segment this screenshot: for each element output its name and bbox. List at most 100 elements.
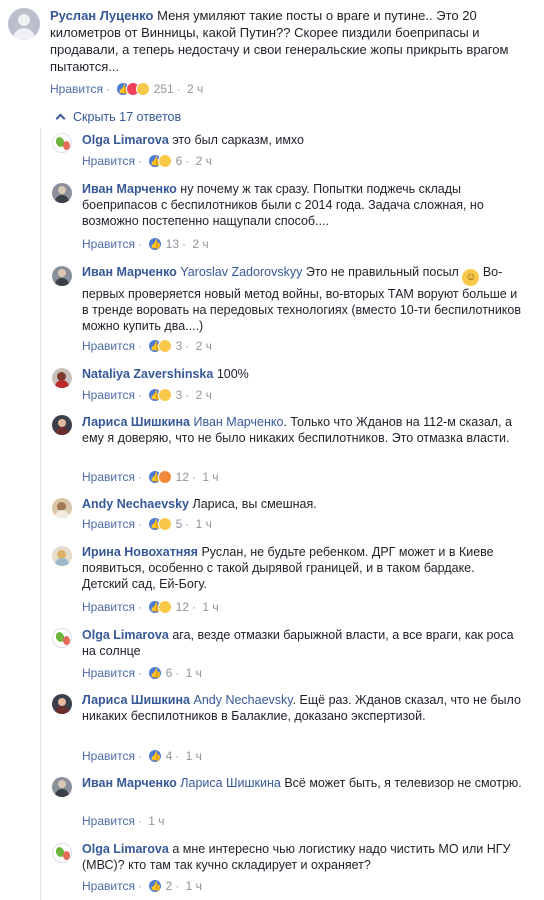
like-button[interactable]: Нравится [50, 82, 103, 96]
avatar[interactable] [52, 183, 72, 203]
comment-text: Лариса, вы смешная. [192, 497, 317, 511]
comment-author[interactable]: Olga Limarova [82, 842, 169, 856]
like-reaction-icon [148, 749, 163, 763]
like-button[interactable]: Нравится [82, 666, 135, 680]
avatar[interactable] [52, 368, 72, 388]
timestamp[interactable]: 1 ч [186, 666, 202, 680]
timestamp[interactable]: 2 ч [196, 388, 212, 402]
list-item: Иван Марченко ну почему ж так сразу. Поп… [82, 181, 522, 229]
comment-author[interactable]: Лариса Шишкина [82, 693, 190, 707]
comment-meta: Нравится · 1 ч [82, 814, 165, 828]
comment-author[interactable]: Лариса Шишкина [82, 415, 190, 429]
comment-author[interactable]: Nataliya Zavershinska [82, 367, 213, 381]
reaction-count[interactable]: 13 [166, 237, 179, 251]
timestamp[interactable]: 1 ч [202, 470, 218, 484]
mention-link[interactable]: Yaroslav Zadorovskyy [180, 265, 302, 279]
comment-meta: Нравится· 6· 1 ч [82, 665, 202, 681]
like-reaction-icon [148, 666, 163, 680]
timestamp[interactable]: 1 ч [148, 814, 164, 828]
timestamp[interactable]: 2 ч [187, 82, 203, 96]
comment-text: это был сарказм, имхо [172, 133, 304, 147]
haha-reaction-icon [158, 517, 173, 531]
avatar[interactable] [8, 8, 40, 40]
avatar[interactable] [52, 628, 72, 648]
hide-replies-label: Скрыть 17 ответов [73, 110, 182, 124]
avatar[interactable] [52, 546, 72, 566]
like-button[interactable]: Нравится [82, 339, 135, 353]
chevron-up-icon [55, 113, 66, 124]
like-button[interactable]: Нравится [82, 749, 135, 763]
reaction-count[interactable]: 12 [176, 470, 189, 484]
comment-author[interactable]: Руслан Луценко [50, 8, 153, 23]
list-item: Иван Марченко Лариса Шишкина Всё может б… [82, 775, 522, 791]
comment-author[interactable]: Andy Nechaevsky [82, 497, 189, 511]
comment-author[interactable]: Иван Марченко [82, 776, 177, 790]
smile-emoji-icon: ☺ [462, 269, 480, 286]
timestamp[interactable]: 1 ч [202, 600, 218, 614]
list-item: Лариса Шишкина Andy Nechaevsky. Ещё раз.… [82, 692, 522, 724]
timestamp[interactable]: 2 ч [196, 154, 212, 168]
comment-text: Всё может быть, я телевизор не смотрю. [284, 776, 522, 790]
timestamp[interactable]: 1 ч [196, 517, 212, 531]
haha-reaction-icon [158, 154, 173, 168]
list-item: Ирина Новохатняя Руслан, не будьте ребен… [82, 544, 522, 592]
hide-replies-button[interactable]: Скрыть 17 ответов [55, 109, 182, 125]
like-button[interactable]: Нравится [82, 470, 135, 484]
list-item: Иван Марченко Yaroslav Zadorovskyy Это н… [82, 264, 522, 334]
comment-text: 100% [216, 367, 249, 381]
comment-meta: Нравится· 3· 2 ч [82, 338, 212, 354]
comment-meta: Нравится· 12· 1 ч [82, 469, 219, 485]
haha-reaction-icon [158, 600, 173, 614]
thread-line [40, 128, 41, 900]
list-item: Olga Limarova ага, везде отмазки барыжно… [82, 627, 522, 659]
comment-author[interactable]: Olga Limarova [82, 628, 169, 642]
mention-link[interactable]: Andy Nechaevsky [193, 693, 292, 707]
reactions[interactable]: 251 [116, 82, 174, 96]
avatar[interactable] [52, 415, 72, 435]
list-item: Nataliya Zavershinska 100% [82, 366, 522, 382]
comment-meta: Нравится· 2· 1 ч [82, 878, 202, 894]
comment-meta: Нравится· 3· 2 ч [82, 387, 212, 403]
comment-author[interactable]: Ирина Новохатняя [82, 545, 198, 559]
comment-author[interactable]: Иван Марченко [82, 265, 177, 279]
reaction-count[interactable]: 12 [176, 600, 189, 614]
like-button[interactable]: Нравится [82, 388, 135, 402]
comment-meta: Нравится· 12· 1 ч [82, 599, 219, 615]
main-comment: Руслан Луценко Меня умиляют такие посты … [50, 7, 520, 75]
timestamp[interactable]: 1 ч [186, 879, 202, 893]
like-reaction-icon [148, 879, 163, 893]
list-item: Olga Limarova а мне интересно чью логист… [82, 841, 522, 873]
comment-author[interactable]: Olga Limarova [82, 133, 169, 147]
like-button[interactable]: Нравится [82, 154, 135, 168]
avatar[interactable] [52, 843, 72, 863]
comment-author[interactable]: Иван Марченко [82, 182, 177, 196]
mention-link[interactable]: Лариса Шишкина [180, 776, 281, 790]
avatar[interactable] [52, 777, 72, 797]
wow-reaction-icon [136, 82, 151, 96]
like-reaction-icon [148, 237, 163, 251]
timestamp[interactable]: 1 ч [186, 749, 202, 763]
list-item: Andy Nechaevsky Лариса, вы смешная. [82, 496, 522, 512]
comment-meta: Нравится· 251· 2 ч [50, 81, 203, 97]
mention-link[interactable]: Иван Марченко [193, 415, 283, 429]
avatar[interactable] [52, 498, 72, 518]
comment-meta: Нравится· 6· 2 ч [82, 153, 212, 169]
list-item: Лариса Шишкина Иван Марченко. Только что… [82, 414, 522, 446]
avatar[interactable] [52, 266, 72, 286]
comment-meta: Нравится· 13· 2 ч [82, 236, 209, 252]
like-button[interactable]: Нравится [82, 879, 135, 893]
like-button[interactable]: Нравится [82, 517, 135, 531]
timestamp[interactable]: 2 ч [192, 237, 208, 251]
like-button[interactable]: Нравится [82, 237, 135, 251]
comment-meta: Нравится· 5· 1 ч [82, 516, 212, 532]
haha-reaction-icon [158, 339, 173, 353]
avatar[interactable] [52, 133, 72, 153]
like-button[interactable]: Нравится [82, 814, 135, 828]
timestamp[interactable]: 2 ч [196, 339, 212, 353]
comment-meta: Нравится· 4· 1 ч [82, 748, 202, 764]
avatar[interactable] [52, 694, 72, 714]
reaction-count: 251 [153, 82, 174, 96]
haha-reaction-icon [158, 388, 173, 402]
like-button[interactable]: Нравится [82, 600, 135, 614]
list-item: Olga Limarova это был сарказм, имхо [82, 132, 522, 148]
